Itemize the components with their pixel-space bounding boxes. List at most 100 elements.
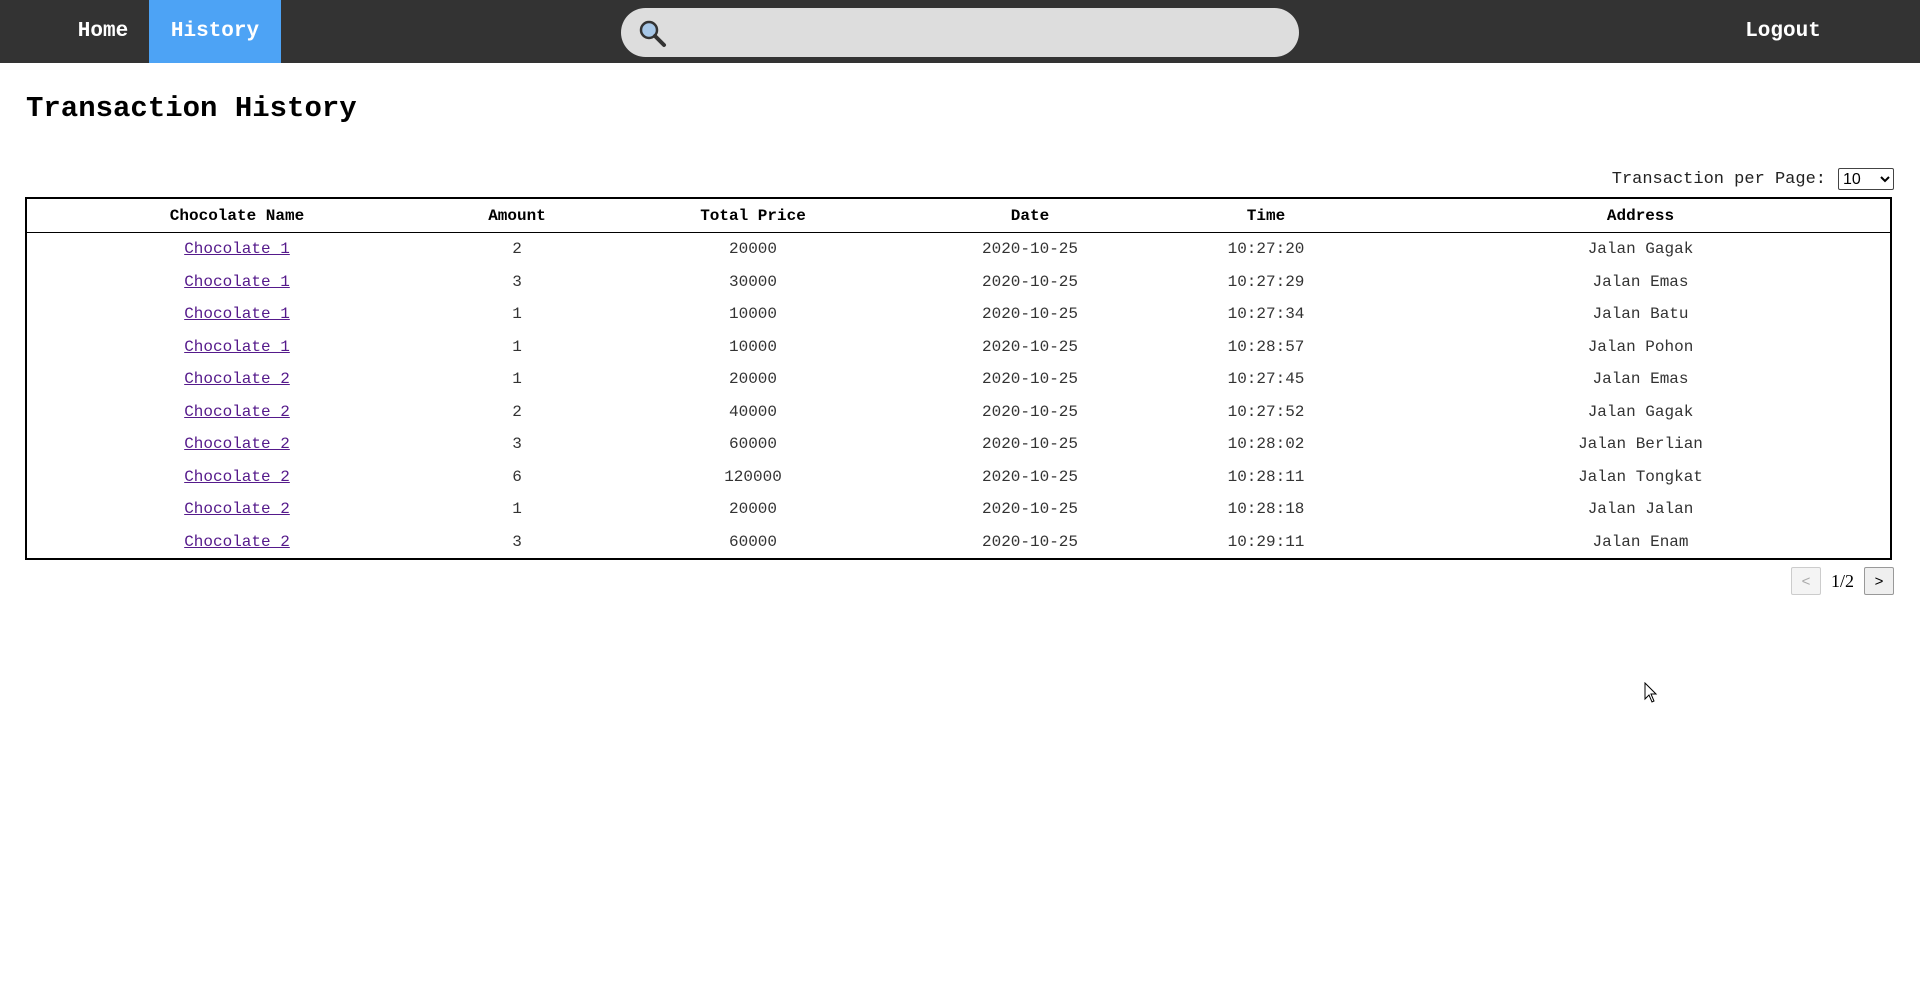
table-cell: 3 [512, 435, 522, 454]
chocolate-name-cell: Chocolate 2 [27, 526, 447, 559]
table-cell: 2 [512, 402, 522, 421]
column-header: Chocolate Name [27, 199, 447, 233]
chocolate-name-cell: Chocolate 2 [27, 396, 447, 429]
table-cell: 1 [512, 500, 522, 519]
table-row: Chocolate 2 3 60000 2020-10-25 10:29:11 Jalan… [27, 526, 1890, 559]
table-cell: Jalan Gagak [1587, 240, 1694, 259]
chocolate-name-cell: Chocolate 2 [27, 363, 447, 396]
table-cell: 1 [512, 370, 522, 389]
chocolate-link[interactable]: Chocolate 2 [184, 533, 290, 551]
chocolate-name-cell: Chocolate 1 [27, 233, 447, 266]
table-cell: 2020-10-25 [981, 240, 1078, 259]
search-bar [621, 8, 1299, 57]
page-indicator: 1/2 [1830, 570, 1854, 591]
nav-home-link[interactable]: Home [61, 0, 145, 63]
table-cell: 2020-10-25 [981, 435, 1078, 454]
table-cell: 10:29:11 [1227, 532, 1305, 551]
table-cell: 10:27:52 [1227, 402, 1305, 421]
table-cell: Jalan Batu [1592, 305, 1689, 324]
chocolate-link[interactable]: Chocolate 2 [184, 403, 290, 421]
chocolate-link[interactable]: Chocolate 2 [184, 468, 290, 486]
table-row: Chocolate 2 3 60000 2020-10-25 10:28:02 Jalan… [27, 428, 1890, 461]
table-header-row: Chocolate Name Amount Total Price Date Time A… [27, 199, 1890, 233]
chocolate-link[interactable]: Chocolate 1 [184, 305, 290, 323]
table-row: Chocolate 2 1 20000 2020-10-25 10:27:45 Jalan… [27, 363, 1890, 396]
table-cell: 2 [512, 240, 522, 259]
chocolate-name-cell: Chocolate 2 [27, 461, 447, 494]
per-page-label: Transaction per Page: [1611, 169, 1826, 189]
prev-page-button[interactable]: < [1790, 567, 1821, 595]
table-cell: 2020-10-25 [981, 370, 1078, 389]
table-cell: Jalan Emas [1592, 272, 1689, 291]
table-cell: 20000 [728, 240, 777, 259]
table-cell: 40000 [728, 402, 777, 421]
table-cell: 10:27:45 [1227, 370, 1305, 389]
table-cell: 1 [512, 305, 522, 324]
table-cell: Jalan Berlian [1578, 435, 1703, 454]
table-cell: 2020-10-25 [981, 337, 1078, 356]
table-row: Chocolate 1 3 30000 2020-10-25 10:27:29 Jalan… [27, 266, 1890, 299]
table-cell: 10:27:29 [1227, 272, 1305, 291]
chocolate-link[interactable]: Chocolate 1 [184, 240, 290, 258]
column-header: Total Price [587, 199, 919, 233]
table-cell: 6 [512, 467, 522, 486]
table-cell: 10:28:11 [1227, 467, 1305, 486]
chocolate-name-cell: Chocolate 2 [27, 428, 447, 461]
table-cell: 20000 [728, 370, 777, 389]
table-row: Chocolate 1 1 10000 2020-10-25 10:27:34 Jalan… [27, 298, 1890, 331]
chocolate-name-cell: Chocolate 1 [27, 331, 447, 364]
per-page-select[interactable]: 10 [1838, 168, 1894, 190]
table-cell: Jalan Gagak [1587, 402, 1694, 421]
per-page-control: Transaction per Page: 10 [1612, 168, 1894, 190]
chocolate-link[interactable]: Chocolate 2 [184, 500, 290, 518]
table-cell: 10:28:02 [1227, 435, 1305, 454]
table-cell: 120000 [724, 467, 782, 486]
table-cell: 3 [512, 272, 522, 291]
table-cell: Jalan Jalan [1587, 500, 1694, 519]
table-cell: 10000 [728, 305, 777, 324]
table-cell: 2020-10-25 [981, 272, 1078, 291]
table-cell: 2020-10-25 [981, 402, 1078, 421]
table-cell: 10:28:18 [1227, 500, 1305, 519]
transaction-table-container: Chocolate Name Amount Total Price Date Time A… [25, 197, 1892, 560]
table-cell: 30000 [728, 272, 777, 291]
table-cell: Jalan Tongkat [1578, 467, 1703, 486]
chocolate-link[interactable]: Chocolate 2 [184, 370, 290, 388]
navbar: Home History Logout [0, 0, 1920, 63]
table-cell: 60000 [728, 435, 777, 454]
table-cell: 10:27:20 [1227, 240, 1305, 259]
chocolate-link[interactable]: Chocolate 1 [184, 338, 290, 356]
table-cell: 3 [512, 532, 522, 551]
column-header: Address [1391, 199, 1890, 233]
table-cell: 10:27:34 [1227, 305, 1305, 324]
search-input[interactable] [677, 14, 1281, 52]
table-row: Chocolate 1 2 20000 2020-10-25 10:27:20 Jalan… [27, 233, 1890, 266]
mouse-cursor-icon [1644, 682, 1658, 703]
table-row: Chocolate 1 1 10000 2020-10-25 10:28:57 Jalan… [27, 331, 1890, 364]
chocolate-link[interactable]: Chocolate 1 [184, 273, 290, 291]
table-cell: Jalan Enam [1592, 532, 1689, 551]
table-cell: 60000 [728, 532, 777, 551]
chocolate-name-cell: Chocolate 2 [27, 493, 447, 526]
transaction-table: Chocolate Name Amount Total Price Date Time A… [27, 199, 1890, 558]
page-title: Transaction History [26, 92, 357, 125]
table-row: Chocolate 2 6 120000 2020-10-25 10:28:11 Jala… [27, 461, 1890, 494]
column-header: Amount [447, 199, 587, 233]
chocolate-link[interactable]: Chocolate 2 [184, 435, 290, 453]
table-cell: 10000 [728, 337, 777, 356]
next-page-button[interactable]: > [1864, 567, 1894, 595]
chocolate-name-cell: Chocolate 1 [27, 266, 447, 299]
table-row: Chocolate 2 1 20000 2020-10-25 10:28:18 Jalan… [27, 493, 1890, 526]
table-cell: 2020-10-25 [981, 532, 1078, 551]
table-cell: 10:28:57 [1227, 337, 1305, 356]
table-cell: 2020-10-25 [981, 467, 1078, 486]
nav-history-link[interactable]: History [149, 0, 281, 63]
table-cell: 2020-10-25 [981, 500, 1078, 519]
table-row: Chocolate 2 2 40000 2020-10-25 10:27:52 Jalan… [27, 396, 1890, 429]
table-cell: Jalan Pohon [1587, 337, 1694, 356]
search-icon[interactable] [637, 18, 667, 48]
pagination: < 1/2 > [1790, 567, 1894, 595]
logout-link[interactable]: Logout [1728, 0, 1838, 63]
table-cell: Jalan Emas [1592, 370, 1689, 389]
table-cell: 1 [512, 337, 522, 356]
